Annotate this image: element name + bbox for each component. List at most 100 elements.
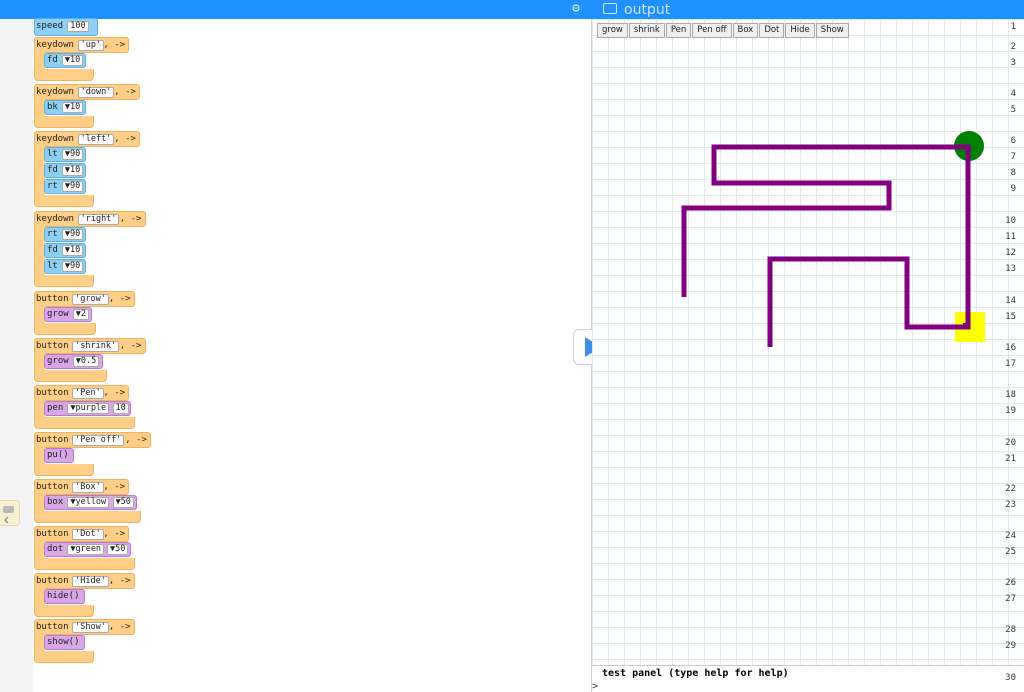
line-number: 24 xyxy=(1005,531,1016,541)
event-keyword: keydown xyxy=(36,40,74,50)
event-block-0-footer xyxy=(34,69,94,81)
event-arg[interactable]: 'Show' xyxy=(72,622,109,633)
line-number: 19 xyxy=(1005,406,1016,416)
event-block-7-footer xyxy=(34,464,94,476)
command-arg[interactable]: ▼10 xyxy=(61,55,84,66)
event-arrow: , -> xyxy=(119,341,142,351)
event-arg[interactable]: 'left' xyxy=(77,134,115,145)
event-arrow: , -> xyxy=(114,134,136,144)
test-panel[interactable]: test panel (type help for help) > xyxy=(592,665,1024,692)
console-prompt[interactable]: > xyxy=(592,681,598,692)
line-number: 25 xyxy=(1005,547,1016,557)
output-button-row: grow shrink Pen Pen off Box Dot Hide Show xyxy=(597,23,850,39)
command-name: box xyxy=(47,497,64,507)
line-number: 18 xyxy=(1005,390,1016,400)
output-button-show[interactable]: Show xyxy=(815,23,849,38)
event-block-6-footer xyxy=(34,417,136,429)
block-editor[interactable] xyxy=(33,19,591,692)
event-arg[interactable]: 'Hide' xyxy=(72,576,109,587)
event-arg[interactable]: 'Dot' xyxy=(72,529,104,540)
command-arg[interactable]: ▼90 xyxy=(61,181,84,192)
event-arg[interactable]: 'down' xyxy=(77,87,115,98)
event-arg[interactable]: 'up' xyxy=(77,40,105,51)
command-name: dot xyxy=(47,544,64,554)
speed-keyword: speed xyxy=(36,21,64,31)
event-block-11-footer xyxy=(34,651,94,663)
output-button-dot[interactable]: Dot xyxy=(759,23,785,38)
gear-icon[interactable]: ⚙ xyxy=(569,2,583,16)
command-arg[interactable]: ▼purple xyxy=(67,403,110,414)
line-number: 3 xyxy=(1010,58,1016,68)
line-number: 13 xyxy=(1005,264,1016,274)
output-button-pen-off[interactable]: Pen off xyxy=(692,23,732,38)
line-number: 5 xyxy=(1010,105,1016,115)
line-number: 2 xyxy=(1010,42,1016,52)
command-arg[interactable]: ▼90 xyxy=(61,149,84,160)
line-number: 15 xyxy=(1005,312,1016,322)
command-arg[interactable]: ▼green xyxy=(67,544,105,555)
command-arg[interactable]: ▼0.5 xyxy=(72,356,100,367)
command-arg[interactable]: ▼50 xyxy=(112,497,134,508)
event-arrow: , -> xyxy=(108,622,131,632)
line-number: 6 xyxy=(1010,136,1016,146)
event-keyword: button xyxy=(36,622,69,632)
event-arrow: , -> xyxy=(125,435,147,445)
command-name: pen xyxy=(47,403,64,413)
command-arg[interactable]: ▼90 xyxy=(61,261,84,272)
command-arg[interactable]: ▼10 xyxy=(61,165,84,176)
event-arrow: , -> xyxy=(114,87,136,97)
line-number: 11 xyxy=(1005,232,1016,242)
command-name: lt xyxy=(47,261,58,271)
top-bar: ⚙ output xyxy=(0,0,1024,19)
command-arg[interactable]: ▼50 xyxy=(107,544,129,555)
event-arrow: , -> xyxy=(103,40,126,50)
command-name: grow xyxy=(47,356,69,366)
command-name: bk xyxy=(47,102,58,112)
command-arg[interactable]: ▼yellow xyxy=(67,497,110,508)
event-block-2-footer xyxy=(34,195,94,207)
line-number: 27 xyxy=(1005,594,1016,604)
event-arg[interactable]: 'grow' xyxy=(72,294,109,305)
event-keyword: button xyxy=(36,529,69,539)
event-block-10-footer xyxy=(34,605,94,617)
turtle-cursor xyxy=(963,323,969,329)
turtle-drawing xyxy=(681,131,985,347)
event-block-4-footer xyxy=(34,323,96,335)
event-block-5-footer xyxy=(34,370,107,382)
event-keyword: keydown xyxy=(36,214,74,224)
command-name: pu() xyxy=(47,450,69,460)
output-canvas[interactable]: grow shrink Pen Pen off Box Dot Hide Show xyxy=(592,19,1024,665)
event-arrow: , -> xyxy=(119,214,142,224)
command-arg[interactable]: ▼10 xyxy=(61,245,84,256)
output-button-shrink[interactable]: shrink xyxy=(628,23,665,38)
command-name: fd xyxy=(47,55,58,65)
output-button-hide[interactable]: Hide xyxy=(785,23,815,38)
command-arg[interactable]: ▼10 xyxy=(61,102,84,113)
event-keyword: keydown xyxy=(36,134,74,144)
event-keyword: button xyxy=(36,388,69,398)
command-arg[interactable]: ▼90 xyxy=(61,229,84,240)
line-number: 4 xyxy=(1010,89,1016,99)
line-number-gutter xyxy=(0,19,33,692)
line-number: 14 xyxy=(1005,296,1016,306)
event-keyword: button xyxy=(36,482,69,492)
command-name: hide() xyxy=(47,591,80,601)
speed-value[interactable]: 100 xyxy=(67,21,89,32)
command-arg[interactable]: ▼2 xyxy=(72,309,90,320)
event-arg[interactable]: 'shrink' xyxy=(72,341,120,352)
output-button-pen[interactable]: Pen xyxy=(665,23,692,38)
output-button-grow[interactable]: grow xyxy=(597,23,628,38)
command-name: grow xyxy=(47,309,69,319)
line-number: 26 xyxy=(1005,578,1016,588)
line-number: 16 xyxy=(1005,343,1016,353)
event-arg[interactable]: 'Box' xyxy=(72,482,104,493)
event-arg[interactable]: 'right' xyxy=(77,214,120,225)
event-arg[interactable]: 'Pen off' xyxy=(72,435,125,446)
event-arg[interactable]: 'Pen' xyxy=(72,388,104,399)
line-number: 12 xyxy=(1005,248,1016,258)
test-panel-title: test panel (type help for help) xyxy=(602,668,789,679)
event-block-3-footer xyxy=(34,275,94,287)
command-arg[interactable]: 10 xyxy=(112,403,129,414)
chat-icon[interactable] xyxy=(0,500,20,526)
output-button-box[interactable]: Box xyxy=(732,23,759,38)
